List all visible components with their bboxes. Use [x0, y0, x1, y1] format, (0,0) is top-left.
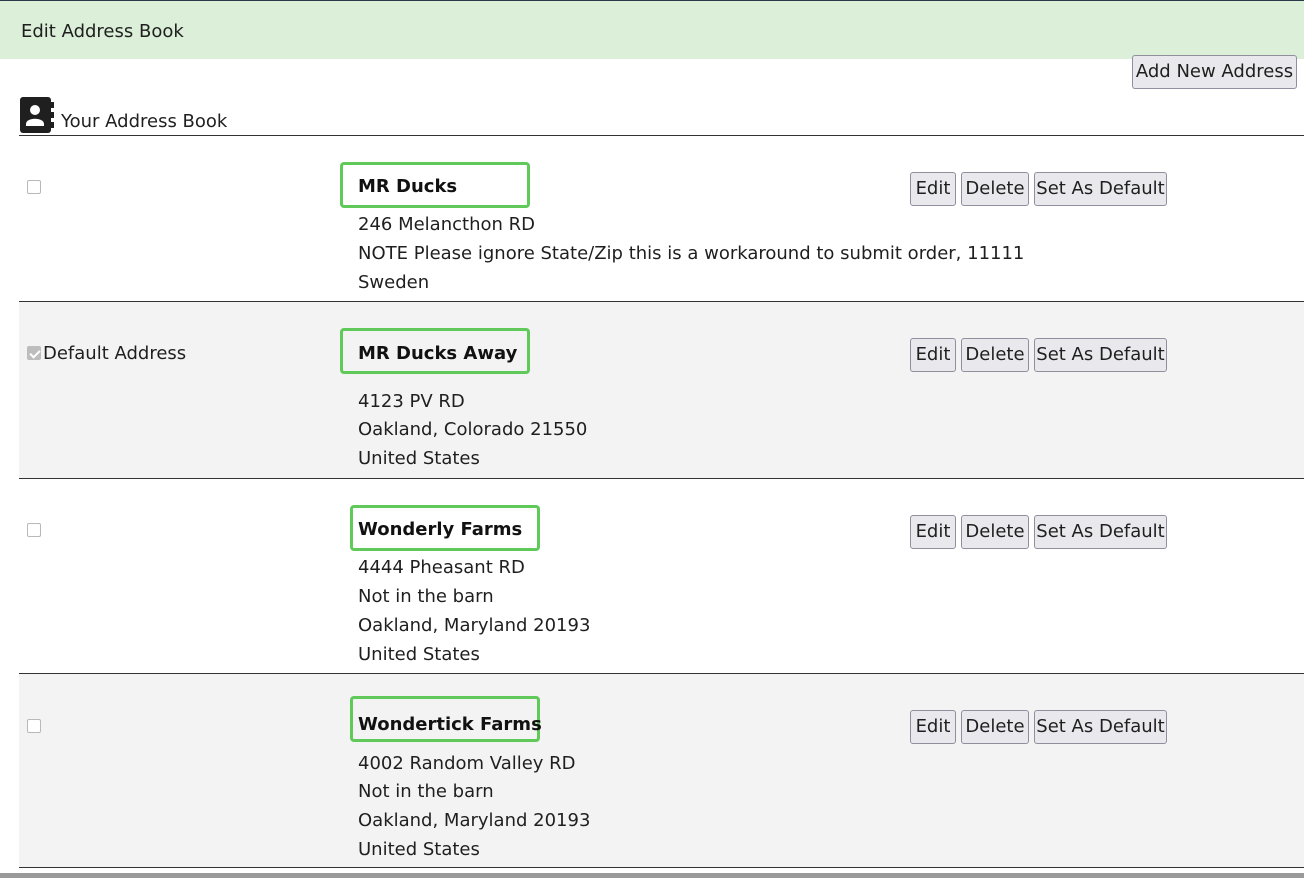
address-line: United States — [358, 644, 480, 665]
address-book-label: Your Address Book — [61, 111, 228, 132]
default-checkbox[interactable] — [27, 346, 41, 360]
set-default-button[interactable]: Set As Default — [1034, 172, 1167, 206]
edit-button[interactable]: Edit — [910, 172, 956, 206]
address-name: Wonderly Farms — [358, 519, 523, 540]
delete-button[interactable]: Delete — [961, 338, 1029, 372]
address-line: Sweden — [358, 272, 430, 293]
page-title: Edit Address Book — [21, 21, 184, 42]
address-name: Wondertick Farms — [358, 714, 542, 735]
address-line: Oakland, Maryland 20193 — [358, 615, 591, 636]
page-header: Edit Address Book — [0, 1, 1304, 59]
divider — [19, 867, 1304, 868]
delete-button[interactable]: Delete — [961, 710, 1029, 744]
address-book-icon — [20, 97, 54, 133]
set-default-button[interactable]: Set As Default — [1034, 710, 1167, 744]
address-line: Not in the barn — [358, 781, 494, 802]
address-line: Oakland, Maryland 20193 — [358, 810, 591, 831]
address-row-wondertick-farms: Wondertick Farms 4002 Random Valley RD N… — [19, 674, 1304, 867]
address-line: Not in the barn — [358, 586, 494, 607]
select-checkbox[interactable] — [27, 180, 41, 194]
address-line: NOTE Please ignore State/Zip this is a w… — [358, 243, 1025, 264]
edit-button[interactable]: Edit — [910, 515, 956, 549]
set-default-button[interactable]: Set As Default — [1034, 338, 1167, 372]
select-checkbox[interactable] — [27, 719, 41, 733]
address-line: United States — [358, 839, 480, 860]
delete-button[interactable]: Delete — [961, 172, 1029, 206]
page: Edit Address Book Add New Address Your A… — [0, 0, 1304, 878]
bottom-border — [0, 873, 1304, 878]
address-line: 4123 PV RD — [358, 391, 465, 412]
address-line: 4444 Pheasant RD — [358, 557, 525, 578]
address-line: 4002 Random Valley RD — [358, 753, 576, 774]
address-row-mr-ducks: MR Ducks 246 Melancthon RD NOTE Please i… — [19, 136, 1304, 301]
edit-button[interactable]: Edit — [910, 338, 956, 372]
address-name: MR Ducks Away — [358, 343, 518, 364]
address-row-wonderly-farms: Wonderly Farms 4444 Pheasant RD Not in t… — [19, 479, 1304, 673]
edit-button[interactable]: Edit — [910, 710, 956, 744]
address-name: MR Ducks — [358, 176, 458, 197]
delete-button[interactable]: Delete — [961, 515, 1029, 549]
address-line: Oakland, Colorado 21550 — [358, 419, 588, 440]
address-line: United States — [358, 448, 480, 469]
address-row-mr-ducks-away: Default Address MR Ducks Away 4123 PV RD… — [19, 302, 1304, 478]
address-line: 246 Melancthon RD — [358, 214, 535, 235]
default-address-label: Default Address — [43, 343, 187, 364]
set-default-button[interactable]: Set As Default — [1034, 515, 1167, 549]
add-new-address-button[interactable]: Add New Address — [1132, 55, 1297, 89]
select-checkbox[interactable] — [27, 523, 41, 537]
